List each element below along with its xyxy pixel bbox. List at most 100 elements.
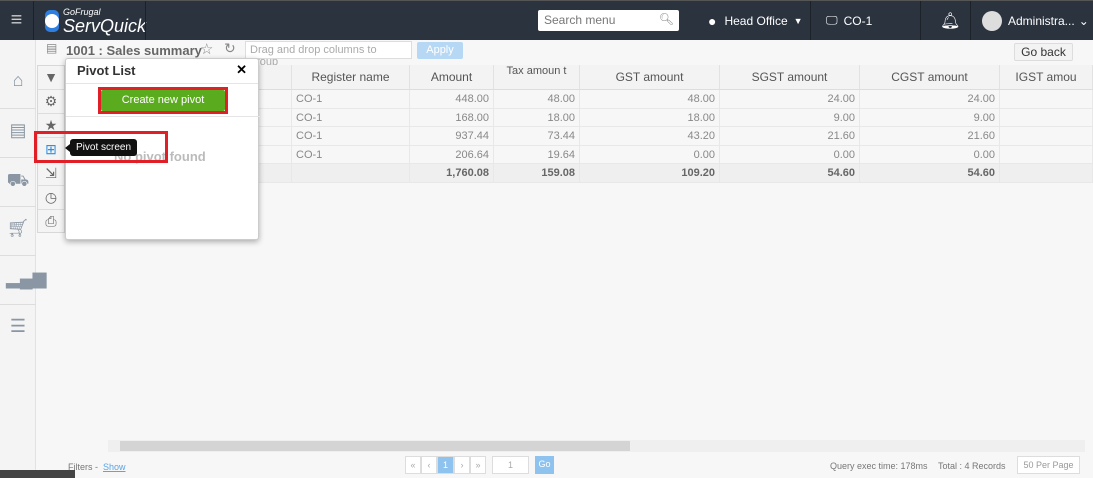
pivot-screen-tooltip-overlay: Pivot screen [64,139,138,156]
table-cell: 21.60 [860,127,1000,146]
documents-icon[interactable]: ▤ [6,120,30,144]
horizontal-scrollbar[interactable] [108,440,1085,452]
table-cell: 18.00 [494,108,580,127]
table-cell: 9.00 [720,108,860,127]
table-cell: 937.44 [410,127,494,146]
trolley-icon[interactable]: ⛟ [6,170,30,194]
table-cell: CO-1 [292,145,410,164]
taskbar-stub [0,470,75,478]
table-cell-empty [1000,90,1093,109]
footer: Filters - Show « ‹ 1 › » 1 Go Query exec… [0,455,1093,478]
table-cell: 9.00 [860,108,1000,127]
close-icon[interactable]: ✕ [236,62,247,78]
filter-icon[interactable]: ▼ [38,66,64,90]
table-cell: 24.00 [720,90,860,109]
per-page-select[interactable]: 50 Per Page [1017,456,1080,474]
table-cell: 18.00 [580,108,720,127]
home-icon[interactable]: ⌂ [6,70,30,94]
column-header[interactable]: CGST amount [860,65,1000,90]
print-icon[interactable]: ⎙ [38,210,64,234]
table-cell: 24.00 [860,90,1000,109]
refresh-icon[interactable]: ↻ [224,40,236,57]
total-cell [292,164,410,183]
table-cell: 19.64 [494,145,580,164]
user-menu[interactable]: Administra... ⌄ [982,1,1089,40]
table-cell-empty [1000,145,1093,164]
table-cell: 206.64 [410,145,494,164]
table-cell: 0.00 [580,145,720,164]
logo-main: ServQuick [63,15,147,36]
page-title: 1001 : Sales summary [66,43,202,58]
report-icon: ▤ [46,41,58,55]
table-cell-empty [1000,127,1093,146]
computer-icon: 🖵︎ [826,13,838,27]
avatar [982,10,1002,31]
chevron-down-icon: ⌄ [1078,13,1089,28]
apply-button[interactable]: Apply [417,42,463,59]
total-cell-empty [1000,164,1093,183]
go-back-button[interactable]: Go back [1014,43,1073,61]
total-cell: 1,760.08 [410,164,494,183]
clock-icon[interactable]: ◷ [38,186,64,210]
total-cell: 109.20 [580,164,720,183]
table-cell: 0.00 [860,145,1000,164]
clock-logo-icon [45,10,59,32]
settings-sliders-icon[interactable]: ☰ [6,316,30,340]
last-page-button[interactable]: » [470,456,486,474]
column-header[interactable]: Tax amoun t [494,65,580,90]
table-cell: CO-1 [292,108,410,127]
goto-page-input[interactable]: 1 [492,456,529,474]
table-cell: CO-1 [292,127,410,146]
column-header[interactable]: Register name [292,65,410,90]
location-label: Head Office [724,13,788,28]
go-button[interactable]: Go [535,456,554,474]
prev-page-button[interactable]: ‹ [421,456,437,474]
total-cell: 54.60 [720,164,860,183]
register-label: CO-1 [843,13,873,28]
first-page-button[interactable]: « [405,456,421,474]
popup-title: Pivot List [66,59,258,84]
column-header[interactable]: SGST amount [720,65,860,90]
total-records: Total : 4 Records [938,461,1006,471]
location-pin-icon: ● [708,12,717,29]
table-cell: 168.00 [410,108,494,127]
table-cell: 48.00 [580,90,720,109]
bell-icon[interactable]: 🔔︎ [940,1,960,40]
filters-show-link[interactable]: Show [103,462,126,472]
table-cell: 448.00 [410,90,494,109]
table-cell: 43.20 [580,127,720,146]
scrollbar-thumb[interactable] [120,441,630,451]
register-selector[interactable]: 🖵︎ CO-1 [826,1,872,40]
column-header[interactable]: GST amount [580,65,720,90]
table-cell-empty [1000,108,1093,127]
table-cell: 73.44 [494,127,580,146]
table-cell: 0.00 [720,145,860,164]
caret-down-icon: ▼ [793,15,803,26]
logo[interactable]: GoFrugal ServQuick [45,5,147,37]
menu-icon[interactable]: ≡ [0,1,34,40]
location-dropdown[interactable]: ● Head Office ▼ [708,1,803,40]
sidebar: ⌂ ▤ ⛟ 🛒︎ ▂▄▆ ☰ [0,40,46,478]
search-icon[interactable]: 🔍︎ [659,12,674,26]
cart-icon[interactable]: 🛒︎ [6,218,30,242]
next-page-button[interactable]: › [454,456,470,474]
total-cell: 159.08 [494,164,580,183]
top-bar: ≡ GoFrugal ServQuick Search menu 🔍︎ ● Head … [0,0,1093,40]
search-placeholder: Search menu [544,13,616,27]
reports-icon[interactable]: ▂▄▆ [6,268,46,292]
export-icon[interactable]: ⇲ [38,162,64,186]
column-header[interactable]: Amount [410,65,494,90]
gear-icon[interactable]: ⚙ [38,90,64,114]
create-new-pivot-button[interactable]: Create new pivot [101,90,225,111]
group-drop-zone[interactable]: Drag and drop columns to group [245,41,412,68]
table-cell: CO-1 [292,90,410,109]
user-name: Administra... [1008,13,1075,28]
column-header[interactable]: IGST amou [1000,65,1093,90]
table-cell: 21.60 [720,127,860,146]
current-page[interactable]: 1 [437,456,454,474]
query-time: Query exec time: 178ms [830,461,928,471]
total-cell: 54.60 [860,164,1000,183]
table-cell: 48.00 [494,90,580,109]
star-icon[interactable]: ☆ [200,40,213,58]
search-input[interactable]: Search menu 🔍︎ [538,10,679,31]
